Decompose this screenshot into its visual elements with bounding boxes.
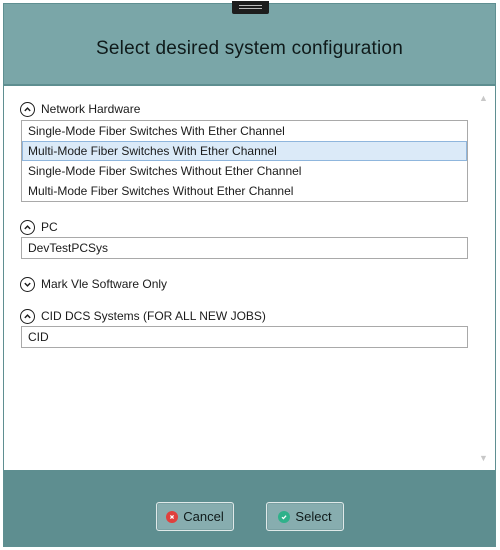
scroll-up-arrow-icon[interactable]: ▲ — [477, 92, 490, 104]
list-item[interactable]: Single-Mode Fiber Switches With Ether Ch… — [22, 121, 467, 141]
section-header-cid-dcs[interactable]: CID DCS Systems (FOR ALL NEW JOBS) — [20, 306, 266, 326]
dialog-content: ▲ ▼ Network Hardware Single-Mode Fiber S… — [4, 86, 495, 470]
dialog-header: Select desired system configuration — [4, 4, 495, 86]
pc-value-field[interactable]: DevTestPCSys — [21, 237, 468, 259]
select-button-label: Select — [295, 509, 332, 524]
cancel-button-label: Cancel — [183, 509, 224, 524]
list-item[interactable]: Multi-Mode Fiber Switches Without Ether … — [22, 181, 467, 201]
select-button[interactable]: Select — [266, 502, 344, 531]
list-item[interactable]: Single-Mode Fiber Switches Without Ether… — [22, 161, 467, 181]
section-label: Network Hardware — [41, 102, 141, 116]
cancel-button[interactable]: Cancel — [156, 502, 234, 531]
section-label: CID DCS Systems (FOR ALL NEW JOBS) — [41, 309, 266, 323]
close-circle-icon — [166, 510, 179, 523]
cid-value-field[interactable]: CID — [21, 326, 468, 348]
chevron-up-circle-icon[interactable] — [20, 308, 35, 324]
check-circle-icon — [278, 510, 291, 523]
dialog-title: Select desired system configuration — [96, 38, 403, 59]
section-header-pc[interactable]: PC — [20, 217, 58, 237]
section-label: PC — [41, 220, 58, 234]
config-dialog: Select desired system configuration ▲ ▼ … — [3, 1, 496, 547]
list-item-selected[interactable]: Multi-Mode Fiber Switches With Ether Cha… — [22, 141, 467, 161]
chevron-up-circle-icon[interactable] — [20, 219, 35, 235]
vertical-scrollbar[interactable]: ▲ ▼ — [477, 92, 490, 464]
chevron-down-circle-icon[interactable] — [20, 276, 35, 292]
dialog-footer: Cancel Select — [4, 470, 495, 546]
section-header-mark-vle[interactable]: Mark Vle Software Only — [20, 274, 167, 294]
section-header-network-hardware[interactable]: Network Hardware — [20, 99, 140, 119]
section-label: Mark Vle Software Only — [41, 277, 168, 291]
chevron-up-circle-icon[interactable] — [20, 101, 35, 117]
drag-grip-handle[interactable] — [232, 1, 269, 14]
scroll-down-arrow-icon[interactable]: ▼ — [477, 452, 490, 464]
network-hardware-listbox[interactable]: Single-Mode Fiber Switches With Ether Ch… — [21, 120, 468, 202]
